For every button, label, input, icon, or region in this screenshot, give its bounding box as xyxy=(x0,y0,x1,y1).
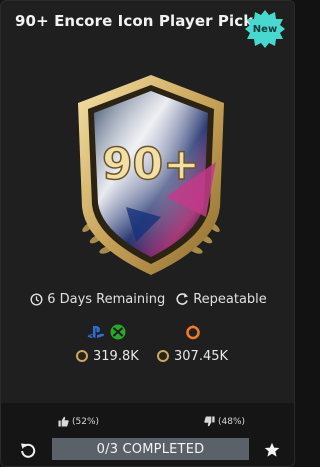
pack-rating-label: 90+ xyxy=(102,139,200,190)
player-pick-card[interactable]: 90+ Encore Icon Player Pick New 90+ 6 Da… xyxy=(0,0,295,467)
playstation-icon xyxy=(87,326,105,338)
thumbs-down-icon xyxy=(204,416,215,427)
coin-icon xyxy=(76,350,88,362)
thumbs-up-icon xyxy=(58,416,69,427)
repeatable-label: Repeatable xyxy=(193,291,267,307)
star-icon[interactable] xyxy=(264,442,280,458)
downvote-button[interactable]: (48%) xyxy=(204,416,245,427)
console-price: 319.8K xyxy=(76,347,139,365)
coin-icon xyxy=(157,350,169,362)
card-footer: (52%) (48%) 0/3 COMPLETED xyxy=(1,403,294,466)
shield-pack-icon: 90+ xyxy=(78,75,224,275)
repeat-icon xyxy=(176,293,189,305)
new-badge-label: New xyxy=(252,23,278,35)
reset-icon[interactable] xyxy=(19,441,37,459)
pc-platforms xyxy=(185,322,201,342)
pack-artwork: 90+ xyxy=(66,67,236,282)
card-title: 90+ Encore Icon Player Pick xyxy=(15,12,254,30)
pc-price: 307.45K xyxy=(157,347,228,365)
repeatable: Repeatable xyxy=(175,292,267,307)
completion-progress: 0/3 COMPLETED xyxy=(52,438,249,460)
pc-price-value: 307.45K xyxy=(174,348,229,364)
clock-icon xyxy=(30,292,43,306)
time-remaining: 6 Days Remaining xyxy=(30,292,165,307)
console-price-value: 319.8K xyxy=(93,348,139,364)
origin-icon xyxy=(186,324,200,340)
xbox-icon xyxy=(110,324,126,340)
pick-info-row: 6 Days Remaining Repeatable xyxy=(1,289,294,309)
upvote-button[interactable]: (52%) xyxy=(58,416,99,427)
completion-label: 0/3 COMPLETED xyxy=(96,441,205,457)
console-platforms xyxy=(87,322,126,342)
time-remaining-label: 6 Days Remaining xyxy=(47,291,166,307)
upvote-percent: (52%) xyxy=(72,416,100,427)
new-badge: New xyxy=(245,9,285,49)
downvote-percent: (48%) xyxy=(218,416,246,427)
